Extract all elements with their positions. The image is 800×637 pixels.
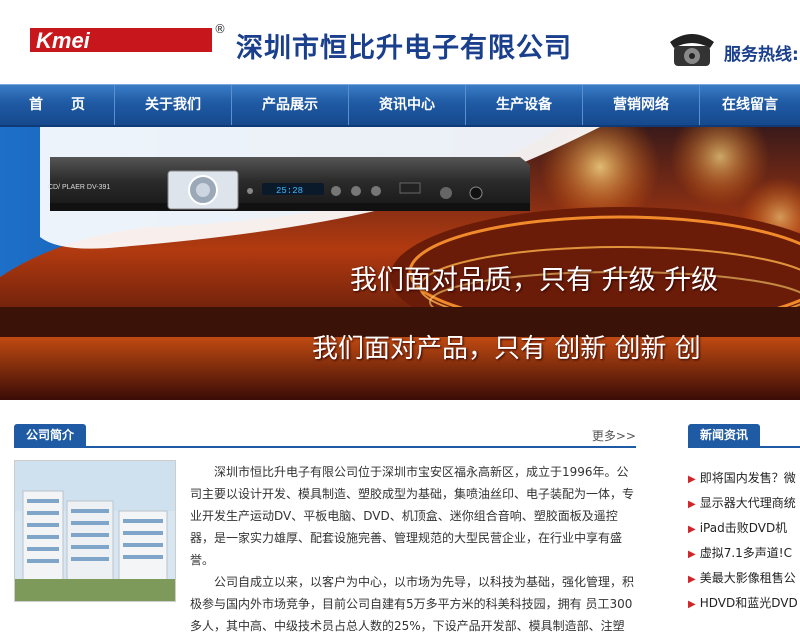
news-item[interactable]: ▶ 即将国内发售？微 — [688, 466, 800, 491]
news-item[interactable]: ▶ 虚拟7.1多声道!C — [688, 541, 800, 566]
svg-text:25:28: 25:28 — [276, 186, 303, 196]
nav-item-news[interactable]: 资讯中心 — [349, 85, 466, 125]
registered-mark: ® — [214, 22, 226, 36]
nav-item-sales-network[interactable]: 营销网络 — [583, 85, 700, 125]
about-more-link[interactable]: 更多>> — [592, 427, 636, 444]
banner-slogan-innovation: 我们面对产品，只有 创新 创新 创 — [312, 334, 701, 364]
news-tab-title[interactable]: 新闻资讯 — [688, 424, 761, 446]
kmei-logo[interactable]: Kmei — [30, 24, 212, 56]
nav-item-home[interactable]: 首 页 — [0, 85, 115, 125]
nav-item-equipment[interactable]: 生产设备 — [466, 85, 583, 125]
news-section-header: 新闻资讯 — [688, 424, 800, 448]
bullet-arrow-icon: ▶ — [688, 574, 696, 585]
hero-banner[interactable]: 25:28 CD/ PLAER DV-391 我们面对品质，只有 升级 升级 我… — [0, 127, 800, 400]
company-intro: 深圳市恒比升电子有限公司位于深圳市宝安区福永高新区，成立于1996年。公司主要以… — [190, 461, 636, 637]
news-list: ▶ 即将国内发售？微 ▶ 显示器大代理商统 ▶ iPad击败DVD机 ▶ 虚拟7.1多声… — [688, 466, 800, 616]
nav-item-products[interactable]: 产品展示 — [232, 85, 349, 125]
bullet-arrow-icon: ▶ — [688, 599, 696, 610]
news-item[interactable]: ▶ iPad击败DVD机 — [688, 516, 800, 541]
telephone-icon — [670, 34, 714, 66]
intro-paragraph: 深圳市恒比升电子有限公司位于深圳市宝安区福永高新区，成立于1996年。公司主要以… — [190, 465, 635, 567]
company-name: 深圳市恒比升电子有限公司 — [236, 33, 572, 64]
bullet-arrow-icon: ▶ — [688, 524, 696, 535]
banner-slogan-quality: 我们面对品质，只有 升级 升级 — [350, 265, 719, 296]
bullet-arrow-icon: ▶ — [688, 549, 696, 560]
nav-item-message[interactable]: 在线留言 — [700, 85, 800, 125]
news-item[interactable]: ▶ 显示器大代理商统 — [688, 491, 800, 516]
bullet-arrow-icon: ▶ — [688, 499, 696, 510]
hotline-label: 服务热线: — [724, 45, 799, 65]
company-building-photo — [14, 460, 176, 602]
news-item[interactable]: ▶ HDVD和蓝光DVD — [688, 591, 800, 616]
svg-text:CD/ PLAER DV-391: CD/ PLAER DV-391 — [48, 184, 110, 191]
news-item[interactable]: ▶ 美最大影像租售公 — [688, 566, 800, 591]
header: Kmei ® 深圳市恒比升电子有限公司 服务热线: — [0, 0, 800, 84]
dvd-player-image: 25:28 CD/ PLAER DV-391 — [48, 157, 530, 211]
about-section-header: 公司简介 更多>> — [14, 424, 636, 448]
bullet-arrow-icon: ▶ — [688, 474, 696, 485]
main-nav: 首 页 关于我们 产品展示 资讯中心 生产设备 营销网络 在线留言 — [0, 84, 800, 128]
nav-item-about[interactable]: 关于我们 — [115, 85, 232, 125]
logo-text: Kmei — [36, 28, 91, 53]
intro-paragraph: 公司自成立以来，以客户为中心，以市场为先导，以科技为基础，强化管理，积极参与国内… — [190, 575, 635, 633]
about-tab-title[interactable]: 公司简介 — [14, 424, 87, 446]
